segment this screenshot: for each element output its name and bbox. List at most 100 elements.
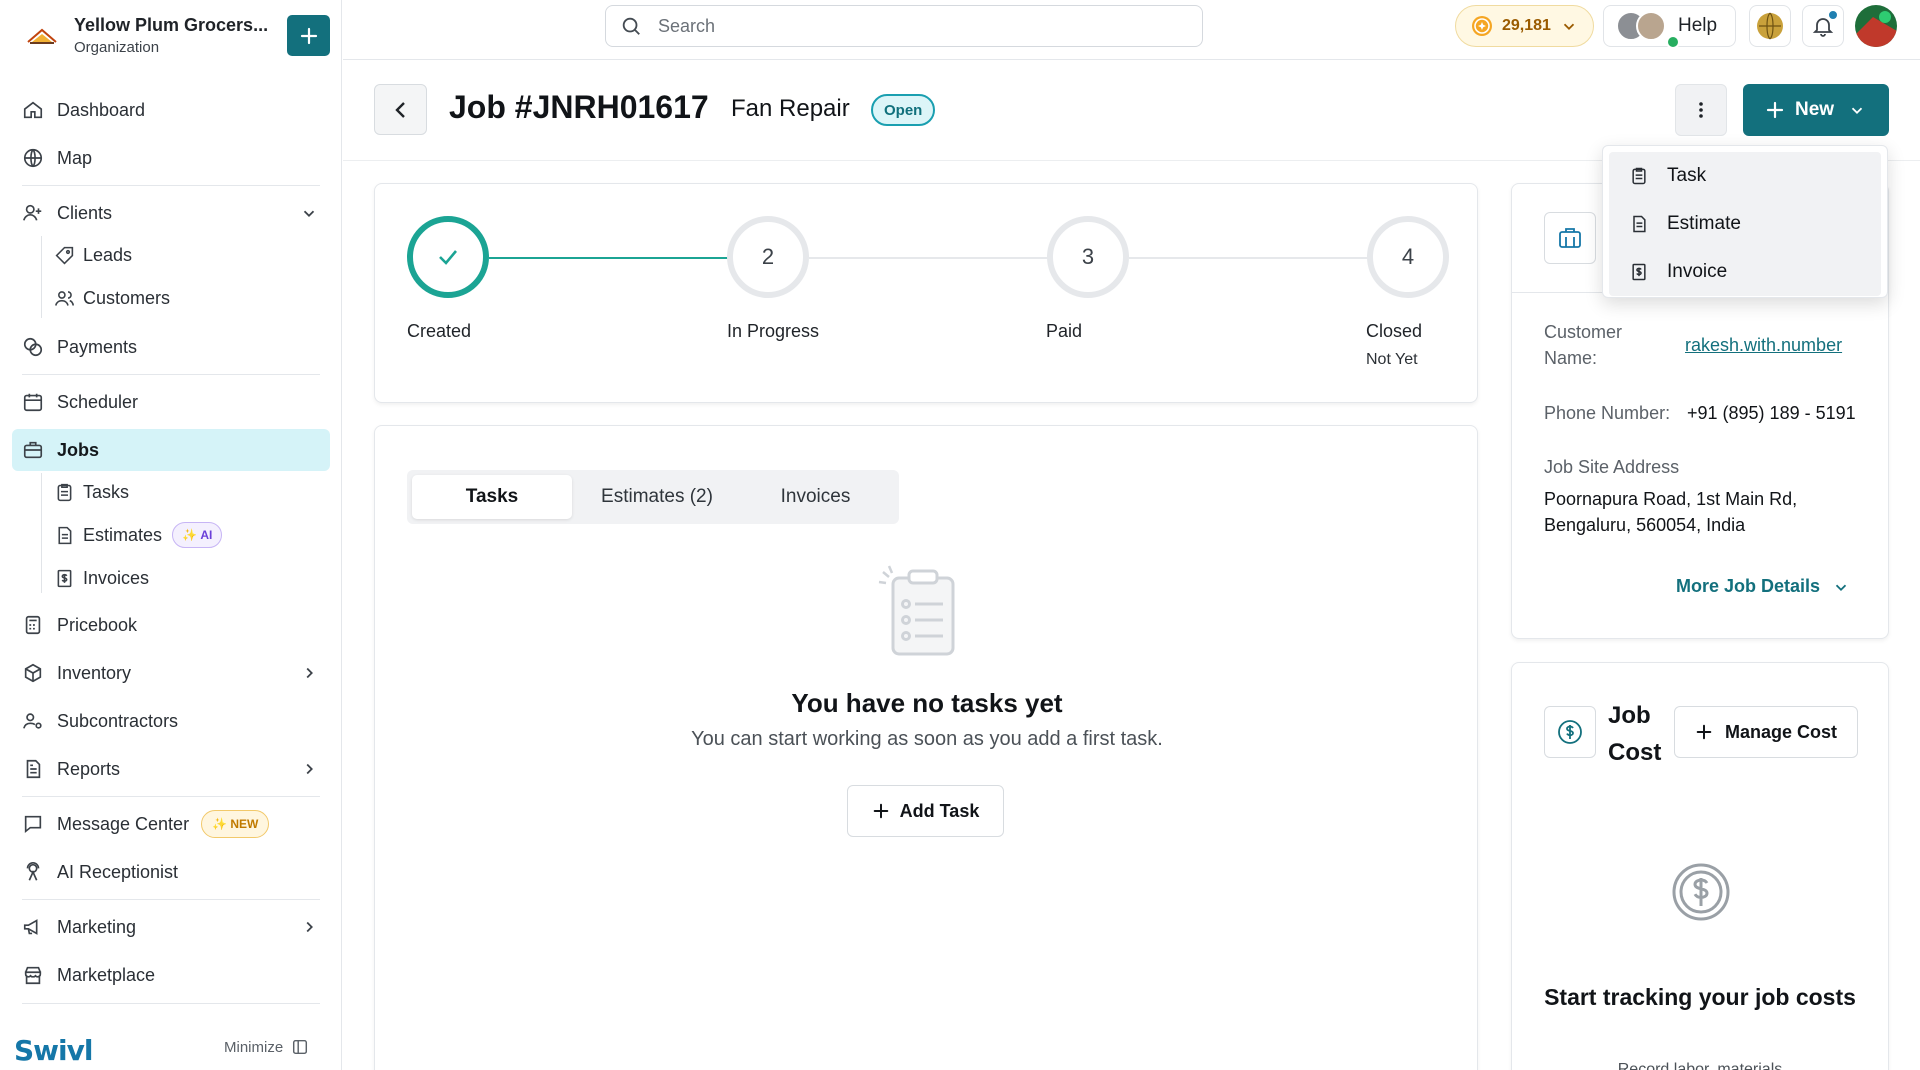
credits-dropdown[interactable]: 29,181 [1455, 5, 1594, 47]
chevron-right-icon [300, 918, 318, 936]
org-switcher[interactable]: Yellow Plum Grocers... Organization [24, 12, 330, 62]
users-icon [54, 288, 75, 309]
store-icon [22, 964, 44, 986]
ai-badge-label: AI [200, 528, 213, 542]
customer-name-link[interactable]: rakesh.with.number [1685, 332, 1842, 358]
chevron-left-icon [390, 99, 412, 121]
clipboard-icon [1629, 166, 1649, 186]
help-label: Help [1678, 15, 1718, 36]
progress-connector [1129, 257, 1373, 259]
building-icon [1557, 225, 1583, 251]
step-in-progress: 2 [727, 216, 809, 298]
document-icon [54, 525, 75, 546]
chevron-down-icon [1832, 578, 1850, 596]
add-task-label: Add Task [899, 800, 980, 821]
sidebar-item-pricebook[interactable]: Pricebook [12, 604, 330, 646]
minimize-label: Minimize [224, 1038, 284, 1056]
sidebar-item-dashboard[interactable]: Dashboard [12, 89, 330, 131]
new-menu-item-task[interactable]: Task [1609, 152, 1881, 200]
progress-connector [809, 257, 1053, 259]
sidebar-divider [22, 796, 320, 797]
sidebar-item-reports[interactable]: Reports [12, 748, 330, 790]
top-bar: 29,181 Help [343, 0, 1920, 60]
tab-invoices[interactable]: Invoices [737, 475, 894, 519]
notification-dot [1827, 9, 1839, 21]
tab-estimates[interactable]: Estimates (2) [577, 475, 737, 519]
sidebar-item-subcontractors[interactable]: Subcontractors [12, 700, 330, 742]
sidebar-item-inventory[interactable]: Inventory [12, 652, 330, 694]
sidebar-item-label: Payments [57, 336, 138, 357]
customer-tab-button[interactable] [1544, 212, 1596, 264]
sidebar-item-payments[interactable]: Payments [12, 326, 330, 368]
chevron-right-icon [300, 760, 318, 778]
sidebar-item-customers[interactable]: Customers [54, 279, 170, 317]
invoice-icon [1629, 262, 1649, 282]
sidebar-toggle-icon [291, 1038, 309, 1056]
report-icon [22, 758, 44, 780]
job-cost-title: Job Cost [1608, 702, 1662, 766]
sidebar-item-label: Dashboard [57, 99, 146, 120]
support-avatars [1616, 9, 1680, 49]
more-job-details-button[interactable]: More Job Details [1676, 576, 1850, 597]
sidebar-item-jobs[interactable]: Jobs [12, 429, 330, 471]
sidebar: Yellow Plum Grocers... Organization Dash… [0, 0, 342, 1070]
megaphone-icon [22, 916, 44, 938]
tab-tasks[interactable]: Tasks [412, 475, 572, 519]
new-menu-item-estimate[interactable]: Estimate [1609, 200, 1881, 248]
sidebar-item-map[interactable]: Map [12, 137, 330, 179]
phone-label: Phone Number: [1544, 403, 1671, 423]
receptionist-icon [22, 861, 44, 883]
search-input[interactable] [658, 15, 1178, 37]
sidebar-subtree-line [41, 473, 42, 593]
step-created [407, 216, 489, 298]
empty-state-title: You have no tasks yet [791, 688, 1063, 718]
support-avatar [1636, 11, 1666, 41]
customer-name-label: Customer Name: [1544, 322, 1623, 368]
sidebar-item-label: Pricebook [57, 614, 138, 635]
sidebar-item-leads[interactable]: Leads [54, 236, 132, 274]
profile-avatar[interactable] [1855, 5, 1897, 47]
rewards-button[interactable] [1749, 5, 1791, 47]
sidebar-item-message-center[interactable]: Message Center ✨ NEW [12, 803, 330, 845]
help-button[interactable]: Help [1603, 5, 1736, 49]
document-icon [1629, 214, 1649, 234]
new-menu-item-invoice[interactable]: Invoice [1609, 248, 1881, 296]
sidebar-item-clients[interactable]: Clients [12, 192, 330, 234]
add-task-button[interactable]: Add Task [847, 785, 1004, 837]
minimize-sidebar-button[interactable]: Minimize [224, 1038, 309, 1056]
more-job-details-label: More Job Details [1676, 576, 1821, 596]
sidebar-item-ai-receptionist[interactable]: AI Receptionist [12, 851, 330, 893]
sidebar-item-tasks[interactable]: Tasks [54, 473, 129, 511]
manage-cost-button[interactable]: Manage Cost [1674, 706, 1858, 758]
ai-badge: ✨ AI [172, 522, 223, 548]
sidebar-item-invoices[interactable]: Invoices [54, 559, 149, 597]
sidebar-item-label: Marketplace [57, 964, 156, 985]
search-icon [620, 15, 642, 37]
user-plus-icon [22, 202, 44, 224]
sidebar-item-label: Scheduler [57, 391, 139, 412]
back-button[interactable] [374, 84, 427, 135]
empty-clipboard-icon [873, 562, 973, 662]
step-label: Created [407, 321, 472, 341]
sidebar-item-label: Map [57, 147, 93, 168]
sidebar-item-marketplace[interactable]: Marketplace [12, 954, 330, 996]
new-button[interactable]: New [1743, 84, 1889, 136]
search-box[interactable] [605, 5, 1203, 47]
sidebar-divider [22, 1003, 320, 1004]
more-actions-button[interactable] [1675, 84, 1727, 136]
sidebar-item-label: AI Receptionist [57, 861, 179, 882]
plus-icon [1695, 723, 1713, 741]
org-type: Organization [74, 39, 160, 56]
tag-icon [54, 245, 75, 266]
box-icon [22, 662, 44, 684]
sidebar-item-label: Inventory [57, 662, 132, 683]
notifications-button[interactable] [1802, 5, 1844, 47]
sidebar-item-label: Reports [57, 758, 121, 779]
menu-item-label: Task [1667, 165, 1707, 186]
sidebar-item-estimates[interactable]: Estimates ✨ AI [54, 516, 223, 554]
sidebar-item-marketing[interactable]: Marketing [12, 906, 330, 948]
quick-add-button[interactable] [287, 15, 330, 56]
sidebar-item-scheduler[interactable]: Scheduler [12, 381, 330, 423]
sidebar-divider [22, 374, 320, 375]
manage-cost-label: Manage Cost [1724, 721, 1838, 742]
